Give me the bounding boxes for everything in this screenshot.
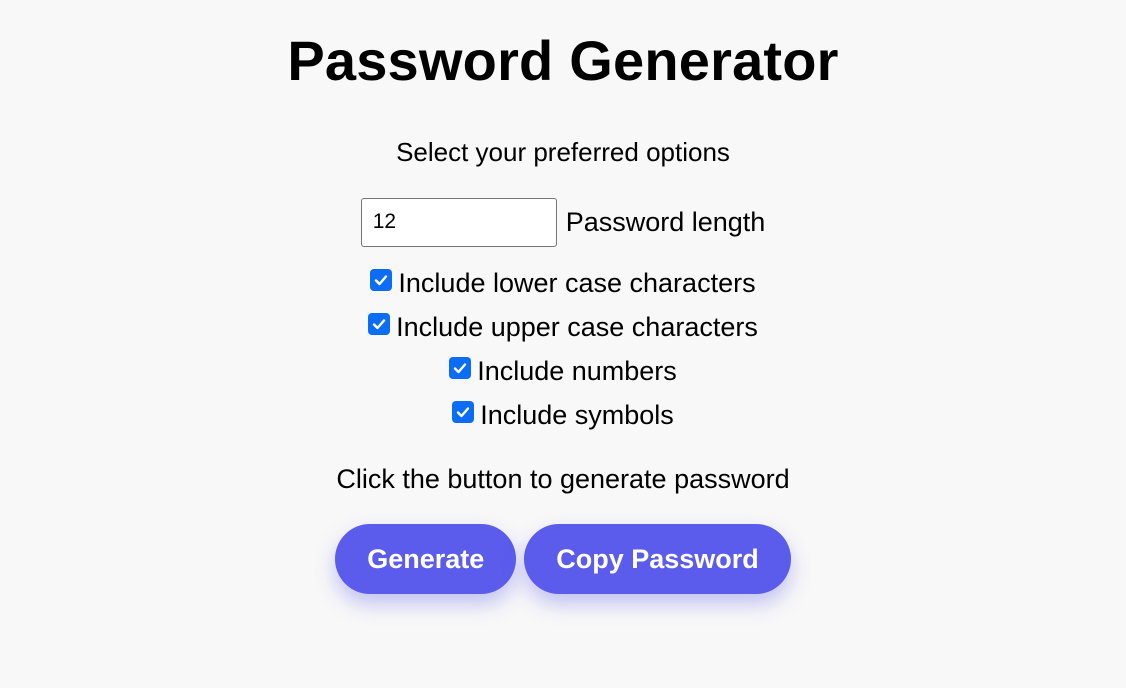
uppercase-checkbox[interactable] (368, 313, 391, 335)
password-length-label: Password length (565, 206, 766, 237)
lowercase-checkbox[interactable] (370, 269, 393, 291)
option-label: Include lower case characters (398, 267, 756, 298)
option-numbers[interactable]: Include numbers (449, 349, 677, 393)
option-label: Include symbols (480, 399, 674, 430)
button-row: Generate Copy Password (335, 524, 791, 594)
generate-button[interactable]: Generate (335, 524, 517, 594)
options-subtitle: Select your preferred options (396, 137, 730, 167)
checkmark-icon (375, 275, 388, 286)
password-length-input[interactable] (360, 197, 557, 247)
checkmark-icon (457, 407, 470, 418)
option-symbols[interactable]: Include symbols (452, 393, 674, 437)
numbers-checkbox[interactable] (449, 357, 472, 379)
length-row: Password length (360, 196, 766, 248)
checkmark-icon (453, 363, 467, 374)
option-uppercase[interactable]: Include upper case characters (368, 305, 758, 349)
option-label: Include numbers (477, 355, 677, 386)
copy-password-button[interactable]: Copy Password (524, 524, 791, 594)
page-title: Password Generator (287, 29, 839, 92)
checkmark-icon (372, 319, 386, 330)
option-label: Include upper case characters (396, 311, 758, 342)
option-lowercase[interactable]: Include lower case characters (370, 261, 756, 305)
password-generator: Password Generator Select your preferred… (0, 0, 1126, 594)
symbols-checkbox[interactable] (452, 401, 475, 423)
generate-instruction: Click the button to generate password (336, 464, 790, 494)
